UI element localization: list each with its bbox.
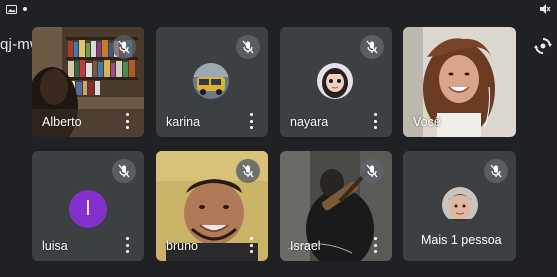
participant-name: Israel — [290, 239, 321, 253]
participant-tile-bruno[interactable]: bruno — [156, 151, 268, 261]
nayara-avatar — [317, 63, 353, 99]
participant-name: bruno — [166, 239, 198, 253]
participant-tile-israel[interactable]: Israel — [280, 151, 392, 261]
participant-tile-karina[interactable]: karina — [156, 27, 268, 137]
avatar-initial: l — [85, 197, 91, 220]
participant-name: luisa — [42, 239, 68, 253]
participant-name: nayara — [290, 115, 329, 129]
more-vert-icon[interactable] — [248, 237, 254, 253]
mic-off-button — [484, 159, 508, 183]
participant-tile-self[interactable]: Você — [403, 27, 516, 137]
status-bar — [0, 0, 557, 18]
mic-off-button — [236, 35, 260, 59]
mic-off-icon — [490, 164, 502, 178]
karina-avatar — [193, 63, 229, 99]
volume-muted-icon — [540, 4, 551, 14]
luisa-avatar: l — [69, 190, 107, 228]
gallery-notification-icon — [6, 4, 17, 14]
flip-camera-icon — [534, 38, 552, 54]
mic-off-icon — [118, 40, 130, 54]
mic-off-button — [236, 159, 260, 183]
mic-off-icon — [366, 40, 378, 54]
mic-off-icon — [242, 164, 254, 178]
mic-off-button — [360, 35, 384, 59]
more-vert-icon[interactable] — [372, 113, 378, 129]
participant-name: karina — [166, 115, 201, 129]
participant-name: Alberto — [42, 115, 82, 129]
mic-off-icon — [242, 40, 254, 54]
participant-name: Você — [413, 115, 441, 129]
mic-off-icon — [118, 164, 130, 178]
more-vert-icon[interactable] — [124, 113, 130, 129]
participant-tile-alberto[interactable]: Alberto — [32, 27, 144, 137]
mic-off-button — [360, 159, 384, 183]
more-people-avatar — [442, 187, 478, 223]
flip-camera-button[interactable] — [532, 35, 554, 57]
participant-tile-more-people[interactable]: Mais 1 pessoa — [403, 151, 516, 261]
more-vert-icon[interactable] — [372, 237, 378, 253]
mic-off-button — [112, 35, 136, 59]
notification-dot-icon — [23, 7, 27, 11]
more-vert-icon[interactable] — [124, 237, 130, 253]
participant-tile-luisa[interactable]: l luisa — [32, 151, 144, 261]
mic-off-icon — [366, 164, 378, 178]
more-vert-icon[interactable] — [248, 113, 254, 129]
mic-off-button — [112, 159, 136, 183]
participant-tile-nayara[interactable]: nayara — [280, 27, 392, 137]
more-people-label[interactable]: Mais 1 pessoa — [413, 229, 510, 251]
